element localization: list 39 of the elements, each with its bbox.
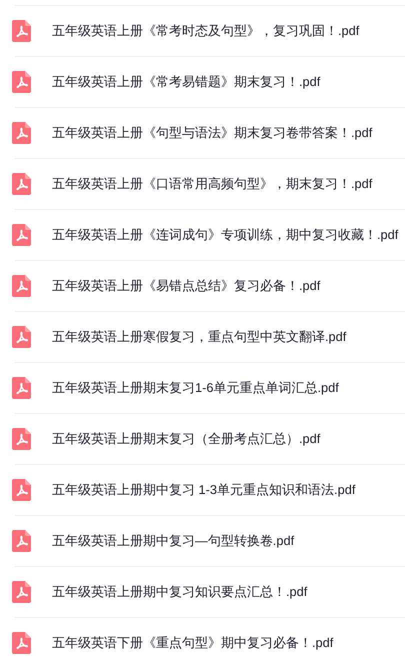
pdf-file-icon: [12, 224, 31, 246]
file-name: 五年级英语上册期末复习1-6单元重点单词汇总.pdf: [52, 379, 339, 398]
pdf-file-icon: [12, 20, 31, 42]
pdf-file-icon: [12, 71, 31, 93]
file-row[interactable]: 五年级英语上册《常考易错题》期末复习！.pdf: [15, 56, 405, 107]
pdf-file-icon: [12, 173, 31, 195]
file-name: 五年级英语上册《易错点总结》复习必备！.pdf: [52, 277, 320, 296]
pdf-file-icon: [12, 632, 31, 654]
file-name: 五年级英语上册《句型与语法》期末复习卷带答案！.pdf: [52, 124, 372, 142]
file-name: 五年级英语上册《连词成句》专项训练，期中复习收藏！.pdf: [52, 226, 398, 244]
file-name: 五年级英语上册期末复习（全册考点汇总）.pdf: [52, 430, 320, 448]
file-name: 五年级英语上册期中复习知识要点汇总！.pdf: [52, 583, 308, 602]
file-row[interactable]: 五年级英语上册期中复习 1-3单元重点知识和语法.pdf: [15, 464, 405, 515]
pdf-file-icon: [12, 326, 31, 348]
file-row[interactable]: 五年级英语上册期末复习（全册考点汇总）.pdf: [15, 413, 405, 464]
file-row[interactable]: 五年级英语上册《句型与语法》期末复习卷带答案！.pdf: [15, 107, 405, 158]
pdf-file-icon: [12, 530, 31, 552]
pdf-file-icon: [12, 377, 31, 399]
file-row[interactable]: 五年级英语上册《连词成句》专项训练，期中复习收藏！.pdf: [15, 209, 405, 260]
file-row[interactable]: 五年级英语下册《重点句型》期中复习必备！.pdf: [15, 617, 405, 665]
pdf-file-icon: [12, 275, 31, 297]
pdf-file-icon: [12, 581, 31, 603]
file-name: 五年级英语上册寒假复习，重点句型中英文翻译.pdf: [52, 328, 346, 346]
file-row[interactable]: 五年级英语上册寒假复习，重点句型中英文翻译.pdf: [15, 311, 405, 362]
pdf-file-icon: [12, 479, 31, 501]
file-name: 五年级英语上册《口语常用高频句型》，期末复习！.pdf: [52, 175, 372, 194]
file-name: 五年级英语上册期中复习 1-3单元重点知识和语法.pdf: [52, 481, 356, 500]
pdf-file-icon: [12, 428, 31, 450]
file-row[interactable]: 五年级英语上册《口语常用高频句型》，期末复习！.pdf: [15, 158, 405, 209]
file-row[interactable]: 五年级英语上册《常考时态及句型》，复习巩固！.pdf: [15, 5, 405, 56]
file-name: 五年级英语上册《常考易错题》期末复习！.pdf: [52, 73, 320, 92]
pdf-file-icon: [12, 122, 31, 144]
file-row[interactable]: 五年级英语上册期中复习知识要点汇总！.pdf: [15, 566, 405, 617]
file-row[interactable]: 五年级英语上册期中复习—句型转换卷.pdf: [15, 515, 405, 566]
file-name: 五年级英语上册《常考时态及句型》，复习巩固！.pdf: [52, 22, 360, 40]
file-row[interactable]: 五年级英语上册期末复习1-6单元重点单词汇总.pdf: [15, 362, 405, 413]
file-name: 五年级英语下册《重点句型》期中复习必备！.pdf: [52, 634, 334, 652]
file-name: 五年级英语上册期中复习—句型转换卷.pdf: [52, 532, 294, 550]
file-row[interactable]: 五年级英语上册《易错点总结》复习必备！.pdf: [15, 260, 405, 311]
